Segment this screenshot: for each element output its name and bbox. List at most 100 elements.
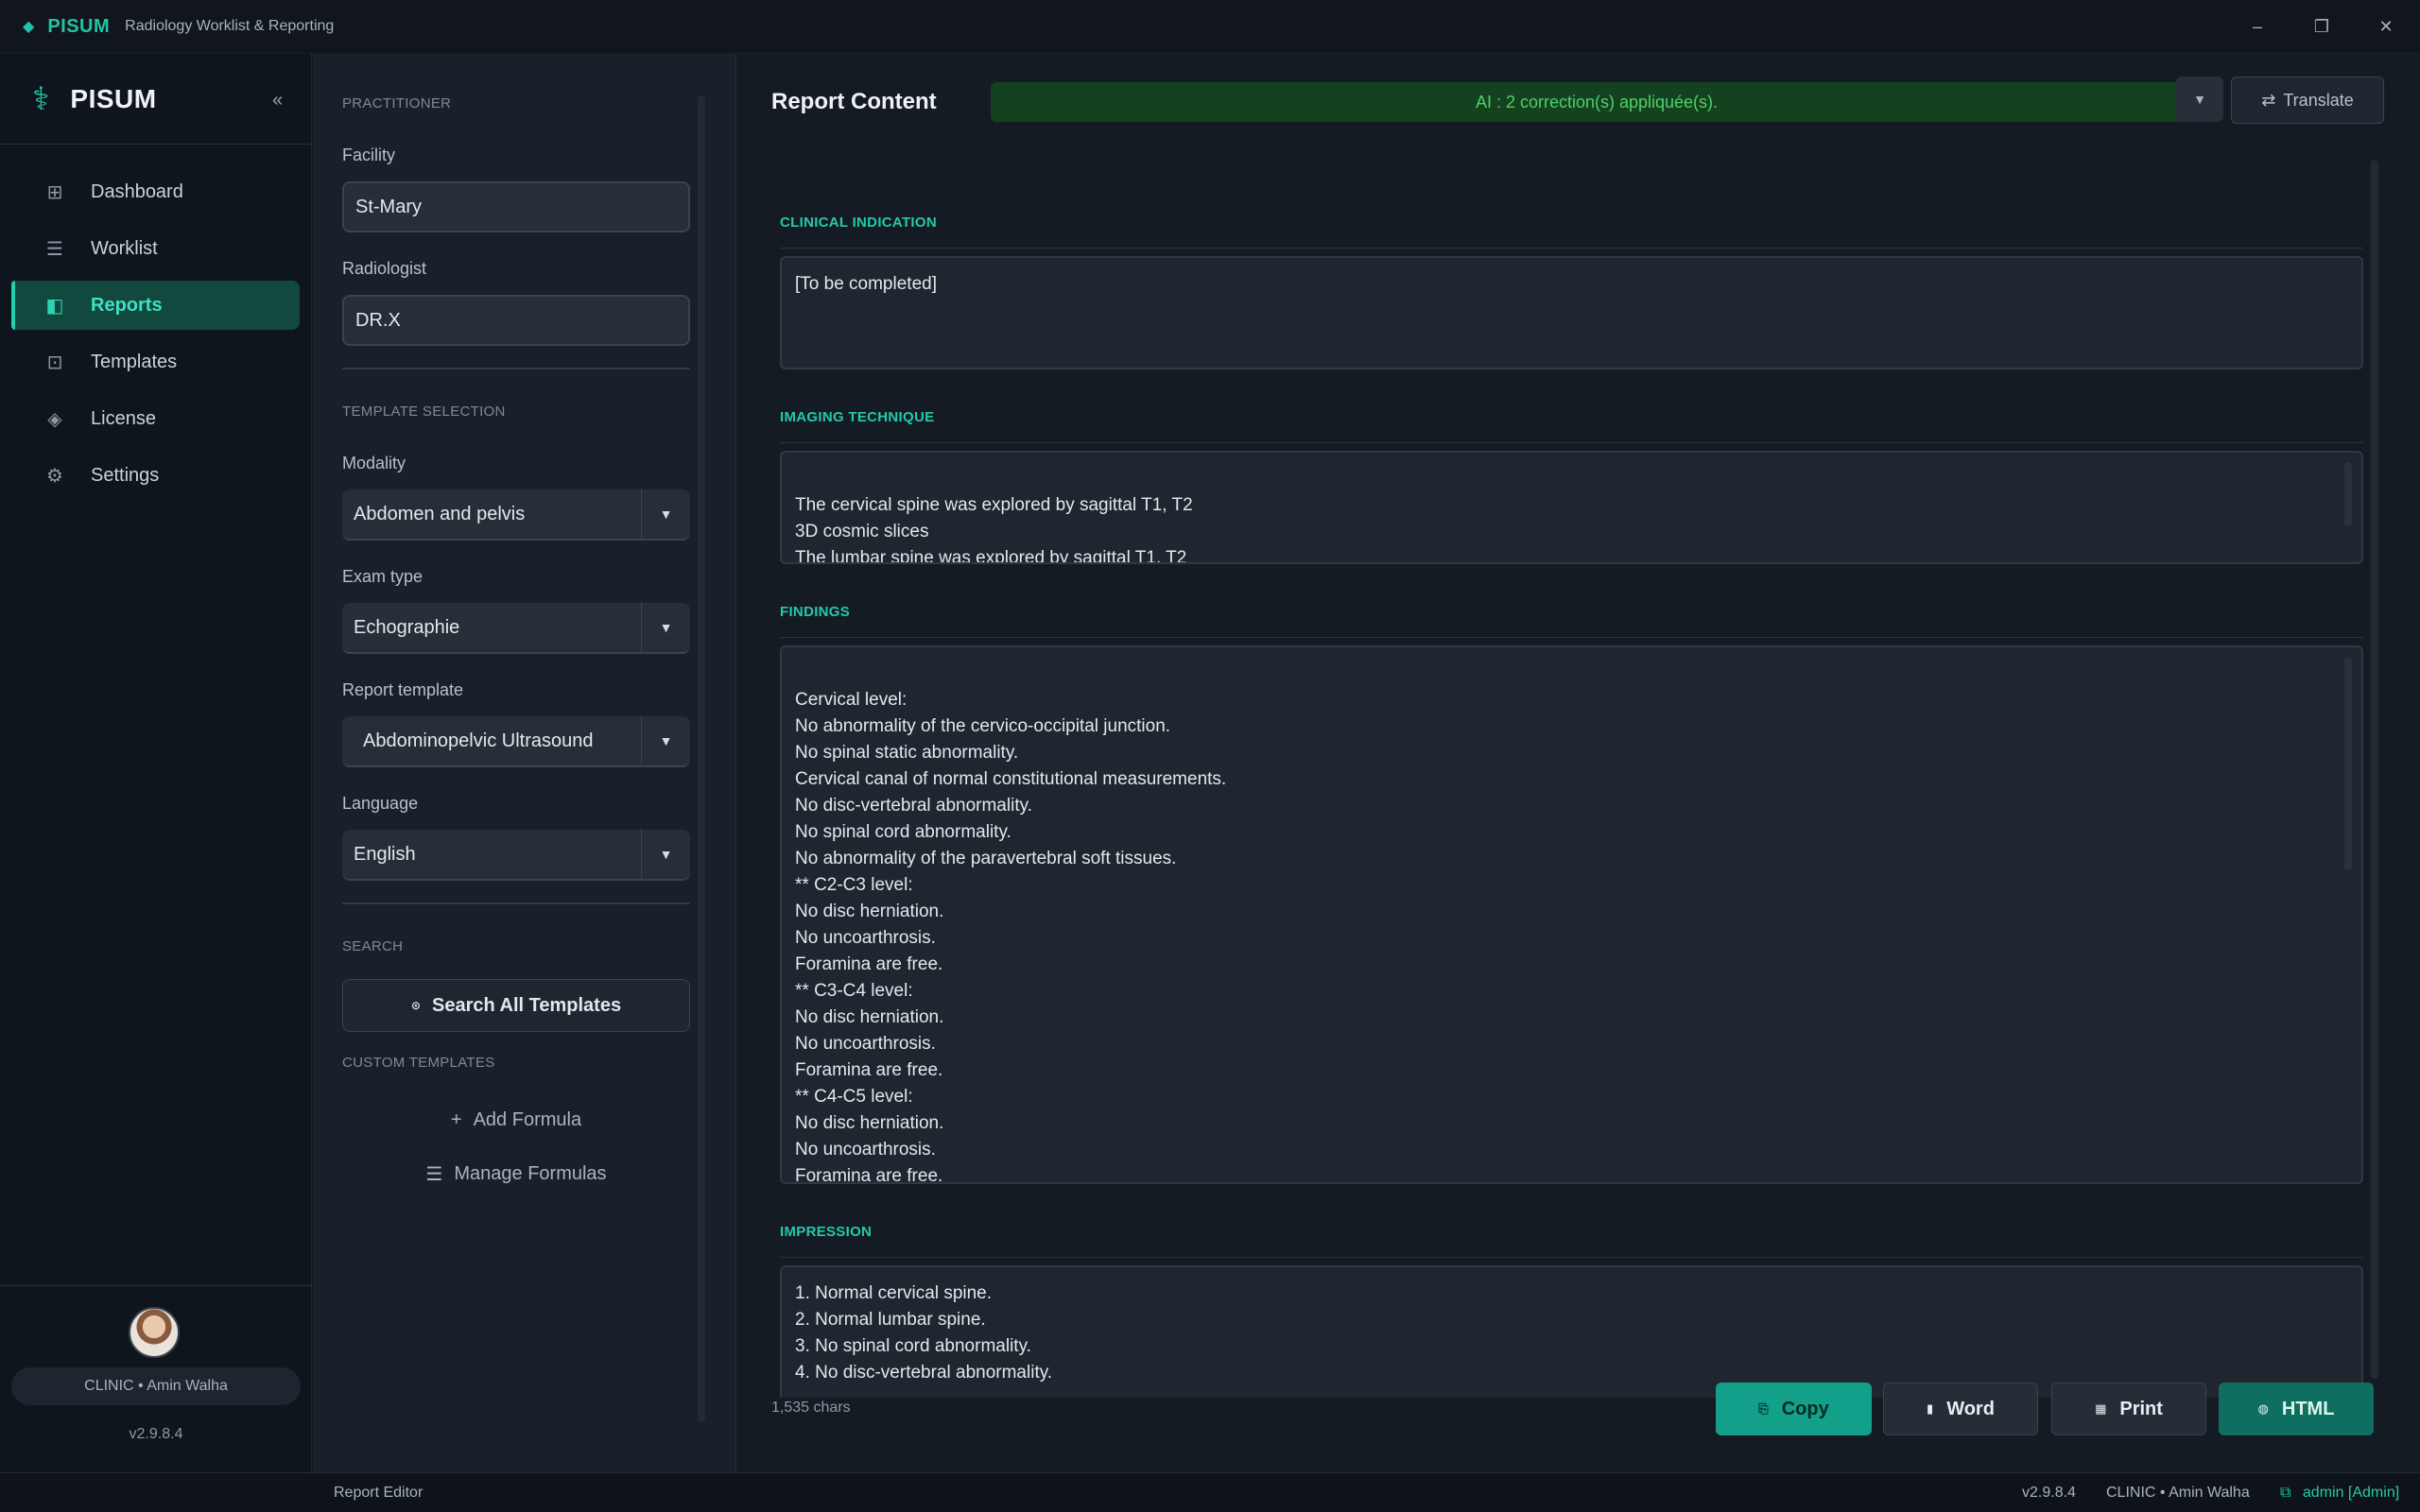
chevron-down-icon[interactable]: ▼ — [641, 829, 690, 880]
findings-heading: FINDINGS — [780, 604, 851, 620]
ai-options-button[interactable]: ▼ — [2176, 77, 2223, 122]
brand: ⚕ PISUM « — [0, 54, 311, 145]
sidebar-item-label: Reports — [91, 294, 163, 316]
sidebar-item-templates[interactable]: ⊡ Templates — [11, 337, 300, 387]
section-divider — [342, 368, 690, 369]
sidebar-item-label: Worklist — [91, 237, 158, 259]
plus-icon: + — [450, 1108, 462, 1130]
app-subtitle: Radiology Worklist & Reporting — [125, 18, 335, 34]
report-sections: CLINICAL INDICATION [To be completed] IM… — [737, 148, 2401, 1398]
minimize-icon: – — [2252, 17, 2262, 36]
add-formula-button[interactable]: + Add Formula — [342, 1101, 690, 1139]
report-template-select[interactable]: Abdominopelvic Ultrasound ▼ — [342, 715, 690, 767]
sidebar-item-worklist[interactable]: ☰ Worklist — [11, 224, 300, 273]
status-clinic: CLINIC • Amin Walha — [2106, 1485, 2250, 1501]
status-user[interactable]: ⧉ admin [Admin] — [2280, 1485, 2399, 1502]
textarea-scrollbar[interactable] — [2344, 657, 2352, 870]
sidebar-nav: ⊞ Dashboard ☰ Worklist ◧ Reports ⊡ Templ… — [0, 145, 311, 500]
template-icon: ⊡ — [46, 352, 63, 373]
facility-label: Facility — [342, 146, 396, 164]
add-formula-label: Add Formula — [473, 1108, 582, 1130]
status-bar: Report Editor v2.9.8.4 CLINIC • Amin Wal… — [0, 1472, 2420, 1512]
imaging-technique-textarea[interactable]: The cervical spine was explored by sagit… — [780, 451, 2363, 564]
ai-status-banner: AI : 2 correction(s) appliquée(s). — [991, 82, 2203, 122]
caduceus-logo-icon: ⚕ — [32, 80, 50, 117]
language-select[interactable]: English ▼ — [342, 829, 690, 881]
sidebar-item-settings[interactable]: ⚙ Settings — [11, 451, 300, 500]
title-bar: ◆ PISUM Radiology Worklist & Reporting –… — [0, 0, 2420, 54]
custom-templates-title: CUSTOM TEMPLATES — [342, 1055, 495, 1071]
chevron-down-icon: ▼ — [2193, 92, 2206, 107]
report-template-value: Abdominopelvic Ultrasound — [363, 730, 594, 751]
section-divider — [780, 248, 2363, 249]
close-window-button[interactable]: ✕ — [2354, 0, 2418, 54]
impression-heading: IMPRESSION — [780, 1224, 873, 1240]
imaging-technique-text: The cervical spine was explored by sagit… — [795, 495, 1193, 564]
template-selection-title: TEMPLATE SELECTION — [342, 404, 506, 420]
report-editor: Report Content AI : 2 correction(s) appl… — [737, 54, 2420, 1472]
status-version: v2.9.8.4 — [2022, 1485, 2076, 1501]
search-all-templates-button[interactable]: ⊙ Search All Templates — [342, 979, 690, 1032]
user-clinic-badge[interactable]: CLINIC • Amin Walha — [11, 1367, 301, 1405]
panel-scrollbar[interactable] — [698, 95, 705, 1422]
translate-button[interactable]: ⇄ Translate — [2231, 77, 2384, 124]
search-icon: ⊙ — [410, 999, 421, 1012]
character-count: 1,535 chars — [771, 1400, 851, 1416]
section-divider — [342, 902, 690, 904]
manage-formulas-button[interactable]: ☰ Manage Formulas — [342, 1155, 690, 1193]
clinical-indication-textarea[interactable]: [To be completed] — [780, 256, 2363, 369]
user-section: CLINIC • Amin Walha v2.9.8.4 — [0, 1285, 312, 1482]
print-label: Print — [2119, 1398, 2163, 1419]
chevron-down-icon[interactable]: ▼ — [641, 602, 690, 653]
modality-select[interactable]: Abdomen and pelvis ▼ — [342, 489, 690, 541]
section-divider — [780, 1257, 2363, 1258]
textarea-scrollbar[interactable] — [2344, 462, 2352, 526]
chevron-down-icon[interactable]: ▼ — [641, 489, 690, 540]
sidebar-item-license[interactable]: ◈ License — [11, 394, 300, 443]
imaging-technique-heading: IMAGING TECHNIQUE — [780, 409, 935, 425]
minimize-button[interactable]: – — [2225, 0, 2290, 54]
copy-icon: ⎘ — [1758, 1401, 1769, 1416]
maximize-icon: ❐ — [2313, 17, 2330, 36]
copy-button[interactable]: ⎘ Copy — [1716, 1383, 1872, 1435]
sidebar-item-reports[interactable]: ◧ Reports — [11, 281, 300, 330]
status-left: Report Editor — [334, 1485, 424, 1501]
modality-label: Modality — [342, 454, 406, 472]
practitioner-section-title: PRACTITIONER — [342, 95, 452, 112]
language-label: Language — [342, 794, 419, 813]
exam-type-value: Echographie — [354, 616, 460, 638]
findings-textarea[interactable]: Cervical level: No abnormality of the ce… — [780, 645, 2363, 1184]
avatar[interactable] — [129, 1307, 180, 1358]
print-icon: ▦ — [2095, 1401, 2107, 1416]
sidebar: ⚕ PISUM « ⊞ Dashboard ☰ Worklist ◧ Repor… — [0, 54, 312, 1482]
impression-textarea[interactable]: 1. Normal cervical spine. 2. Normal lumb… — [780, 1265, 2363, 1398]
clinical-indication-heading: CLINICAL INDICATION — [780, 215, 937, 231]
export-word-button[interactable]: ▮ Word — [1883, 1383, 2038, 1435]
radiologist-field[interactable]: DR.X — [342, 295, 690, 346]
app-name: PISUM — [47, 15, 111, 37]
print-button[interactable]: ▦ Print — [2051, 1383, 2206, 1435]
app-logo-icon: ◆ — [23, 19, 35, 35]
html-label: HTML — [2281, 1398, 2335, 1419]
globe-icon: ◍ — [2257, 1401, 2269, 1416]
chevron-down-icon[interactable]: ▼ — [641, 715, 690, 766]
maximize-button[interactable]: ❐ — [2290, 0, 2354, 54]
collapse-sidebar-button[interactable]: « — [272, 90, 283, 112]
close-icon: ✕ — [2378, 17, 2394, 36]
search-button-label: Search All Templates — [431, 994, 622, 1016]
app-version: v2.9.8.4 — [129, 1426, 183, 1442]
section-divider — [780, 637, 2363, 638]
sidebar-item-label: Settings — [91, 464, 160, 486]
grid-icon: ⊞ — [46, 181, 63, 203]
report-icon: ◧ — [45, 295, 64, 317]
gear-icon: ⚙ — [46, 465, 63, 487]
external-link-icon: ⧉ — [2280, 1485, 2291, 1501]
list-icon: ☰ — [425, 1163, 443, 1185]
page-title: Report Content — [771, 89, 937, 114]
exam-type-select[interactable]: Echographie ▼ — [342, 602, 690, 654]
facility-field[interactable]: St-Mary — [342, 181, 690, 232]
radiologist-label: Radiologist — [342, 259, 427, 278]
sidebar-item-dashboard[interactable]: ⊞ Dashboard — [11, 167, 300, 216]
list-icon: ☰ — [46, 238, 63, 260]
export-html-button[interactable]: ◍ HTML — [2219, 1383, 2374, 1435]
